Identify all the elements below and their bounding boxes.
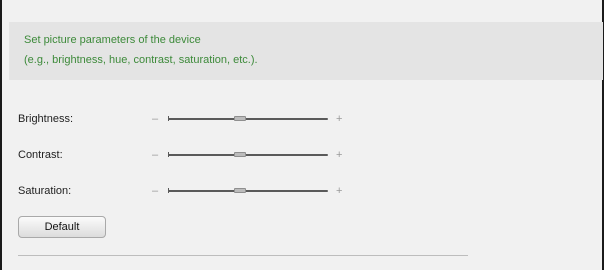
brightness-slider-thumb[interactable] [234,116,246,121]
saturation-decrease-icon[interactable]: – [152,184,158,198]
info-text-line-2: (e.g., brightness, hue, contrast, satura… [24,54,258,66]
brightness-slider[interactable] [168,116,328,121]
saturation-slider-thumb[interactable] [234,188,246,193]
contrast-label: Contrast: [18,149,63,161]
saturation-increase-icon[interactable]: + [336,184,342,198]
settings-panel: Set picture parameters of the device (e.… [0,0,604,270]
divider [18,255,468,256]
brightness-label: Brightness: [18,113,74,125]
info-text-line-1: Set picture parameters of the device [24,34,201,46]
contrast-decrease-icon[interactable]: – [152,148,158,162]
contrast-slider[interactable] [168,152,328,157]
info-box: Set picture parameters of the device (e.… [9,22,603,80]
contrast-row: Contrast: – + [18,146,418,166]
default-button[interactable]: Default [18,216,106,238]
saturation-slider[interactable] [168,188,328,193]
saturation-label: Saturation: [18,185,72,197]
contrast-increase-icon[interactable]: + [336,148,342,162]
brightness-row: Brightness: – + [18,110,418,130]
contrast-slider-thumb[interactable] [234,152,246,157]
saturation-row: Saturation: – + [18,182,418,202]
brightness-increase-icon[interactable]: + [336,112,342,126]
brightness-decrease-icon[interactable]: – [152,112,158,126]
